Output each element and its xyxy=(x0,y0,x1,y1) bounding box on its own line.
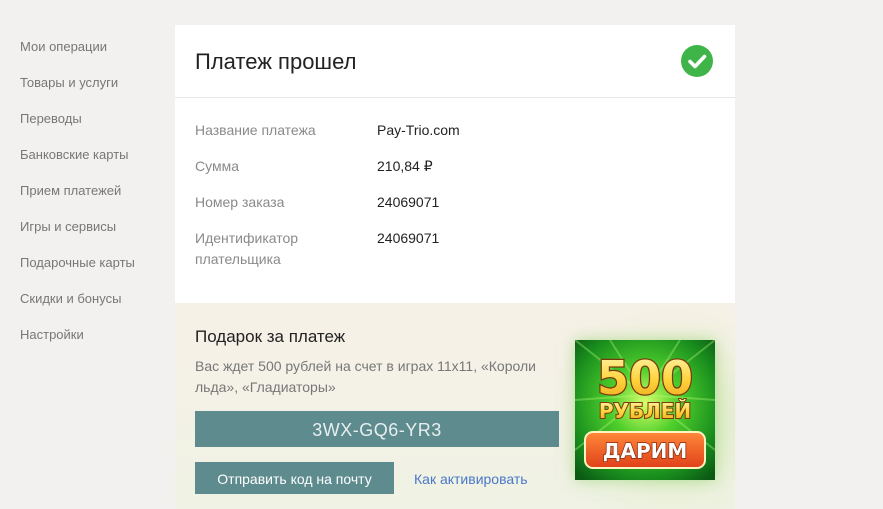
payment-card: Платеж прошел Название платежа Pay-Trio.… xyxy=(175,25,735,303)
amount-label: Сумма xyxy=(195,158,239,174)
banner-cta: ДАРИМ xyxy=(603,439,688,463)
gift-title: Подарок за платеж xyxy=(195,327,346,346)
sidebar-nav: Мои операции Товары и услуги Переводы Ба… xyxy=(0,0,175,509)
promo-banner[interactable]: 500 РУБЛЕЙ ДАРИМ xyxy=(575,340,715,480)
order-number-value: 24069071 xyxy=(377,194,440,210)
payment-name-label: Название платежа xyxy=(195,122,316,138)
gift-section: Подарок за платеж Вас ждет 500 рублей на… xyxy=(175,303,735,509)
sidebar-item-settings[interactable]: Настройки xyxy=(20,327,84,342)
gift-description: Вас ждет 500 рублей на счет в играх 11x1… xyxy=(195,358,536,395)
gift-code[interactable]: 3WX-GQ6-YR3 xyxy=(195,411,559,447)
payment-name-value: Pay-Trio.com xyxy=(377,122,460,138)
sidebar-item-transfers[interactable]: Переводы xyxy=(20,111,82,126)
divider xyxy=(175,97,735,98)
banner-amount: 500 xyxy=(597,351,693,405)
sidebar-item-discounts-bonuses[interactable]: Скидки и бонусы xyxy=(20,291,121,306)
check-icon xyxy=(681,45,713,77)
send-code-button[interactable]: Отправить код на почту xyxy=(195,462,394,494)
sidebar-item-games-services[interactable]: Игры и сервисы xyxy=(20,219,116,234)
sidebar-item-bank-cards[interactable]: Банковские карты xyxy=(20,147,129,162)
sidebar-item-payment-acceptance[interactable]: Прием платежей xyxy=(20,183,121,198)
amount-value: 210,84 ₽ xyxy=(377,158,433,174)
order-number-label: Номер заказа xyxy=(195,194,285,210)
how-to-activate-link[interactable]: Как активировать xyxy=(414,471,528,487)
payer-id-value: 24069071 xyxy=(377,230,440,246)
sidebar-item-my-operations[interactable]: Мои операции xyxy=(20,39,107,54)
sidebar-item-gift-cards[interactable]: Подарочные карты xyxy=(20,255,135,270)
banner-currency: РУБЛЕЙ xyxy=(599,399,691,423)
page-title: Платеж прошел xyxy=(195,49,357,74)
sidebar-item-goods-services[interactable]: Товары и услуги xyxy=(20,75,118,90)
payer-id-label: Идентификатор плательщика xyxy=(195,230,299,267)
